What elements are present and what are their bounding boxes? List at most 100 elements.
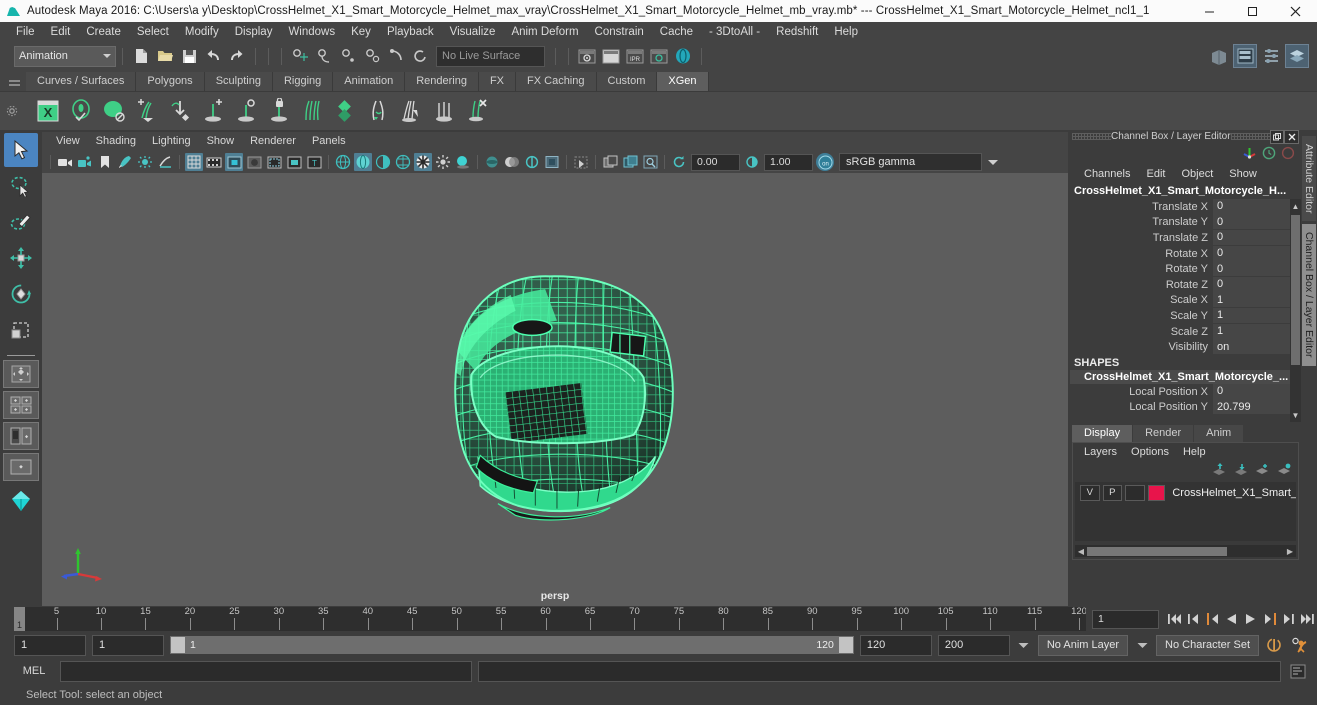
show-hide-tool-settings-icon[interactable] xyxy=(1285,44,1309,68)
channel-attribute-row[interactable]: Scale X 1 xyxy=(1070,292,1301,309)
safe-title-icon[interactable]: T xyxy=(305,153,323,171)
channel-attribute-row[interactable]: Rotate Z 0 xyxy=(1070,276,1301,293)
safe-action-icon[interactable] xyxy=(285,153,303,171)
xgen-add-guide-icon[interactable] xyxy=(197,95,229,127)
red-circle-icon[interactable] xyxy=(1281,146,1295,163)
hypershade-icon[interactable] xyxy=(672,45,694,67)
layer-row[interactable]: V P CrossHelmet_X1_Smart_M xyxy=(1075,484,1296,501)
xgen-density-icon[interactable] xyxy=(329,95,361,127)
menu-playback[interactable]: Playback xyxy=(379,22,442,42)
ipr-render-icon[interactable]: IPR xyxy=(624,45,646,67)
undock-panel-button[interactable] xyxy=(1269,129,1285,144)
layer-tab-display[interactable]: Display xyxy=(1072,425,1133,442)
range-end-handle[interactable] xyxy=(838,637,853,653)
move-tool[interactable] xyxy=(4,241,38,275)
snap-curve-icon[interactable] xyxy=(313,45,335,67)
menu-edit[interactable]: Edit xyxy=(43,22,79,42)
lasso-select-tool[interactable] xyxy=(4,169,38,203)
bookmark-icon[interactable] xyxy=(96,153,114,171)
two-sided-lighting-icon[interactable] xyxy=(136,153,154,171)
animation-preferences-icon[interactable] xyxy=(1290,635,1309,655)
shelf-tab-custom[interactable]: Custom xyxy=(596,72,658,91)
clock-icon[interactable] xyxy=(1262,146,1276,163)
play-forwards-icon[interactable] xyxy=(1241,609,1260,629)
close-panel-button[interactable] xyxy=(1284,129,1299,144)
scrollbar-thumb[interactable] xyxy=(1087,546,1227,556)
3d-viewport[interactable]: persp xyxy=(42,173,1068,606)
anim-layer-dropdown[interactable]: No Anim Layer xyxy=(1037,634,1129,656)
isolate-select-icon[interactable] xyxy=(483,153,501,171)
time-slider[interactable]: 1 5 10 15 20 25 30 35 40 45 50 55 60 65 70 75 80 85 90 95 1… xyxy=(14,607,1086,631)
render-view-icon[interactable] xyxy=(576,45,598,67)
menu-modify[interactable]: Modify xyxy=(177,22,227,42)
menu-file[interactable]: File xyxy=(8,22,43,42)
smooth-shade-all-icon[interactable] xyxy=(354,153,372,171)
exposure-field[interactable]: 0.00 xyxy=(691,153,740,171)
shadows-icon[interactable] xyxy=(156,153,174,171)
layer-name[interactable]: CrossHelmet_X1_Smart_M xyxy=(1168,487,1296,499)
shelf-tab-rendering[interactable]: Rendering xyxy=(405,72,479,91)
chevron-down-icon[interactable] xyxy=(1134,636,1150,654)
isolate-select-box-icon[interactable] xyxy=(572,153,590,171)
channel-attribute-value[interactable]: 0 xyxy=(1213,261,1301,278)
layer-visibility-toggle[interactable]: V xyxy=(1080,484,1100,501)
exposure-reset-icon[interactable] xyxy=(670,153,688,171)
gamma-reset-icon[interactable] xyxy=(743,153,761,171)
channel-box-menu-channels[interactable]: Channels xyxy=(1076,165,1138,184)
channel-attribute-value[interactable]: 1 xyxy=(1213,323,1301,340)
channel-attribute-row[interactable]: Scale Y 1 xyxy=(1070,307,1301,324)
gamma-field[interactable]: 1.00 xyxy=(764,153,813,171)
layer-color-swatch[interactable] xyxy=(1147,484,1166,501)
shape-attribute-value[interactable]: 20.799 xyxy=(1213,399,1301,416)
command-language-label[interactable]: MEL xyxy=(14,665,54,677)
layer-menu-layers[interactable]: Layers xyxy=(1077,443,1124,461)
snap-rotate-icon[interactable] xyxy=(409,45,431,67)
xgen-lock-guide-icon[interactable] xyxy=(263,95,295,127)
shelf-tab-curves-surfaces[interactable]: Curves / Surfaces xyxy=(26,72,137,91)
panel-grip[interactable] xyxy=(1072,133,1112,140)
shelf-tab-rigging[interactable]: Rigging xyxy=(272,72,334,91)
move-layer-down-icon[interactable] xyxy=(1233,463,1248,479)
grid-icon[interactable] xyxy=(185,153,203,171)
menu-set-dropdown[interactable]: Animation xyxy=(14,45,116,67)
shelf-tab-xgen[interactable]: XGen xyxy=(657,72,709,91)
xgen-editor-icon[interactable]: X xyxy=(32,95,64,127)
minimize-button[interactable] xyxy=(1188,0,1231,22)
go-to-end-icon[interactable] xyxy=(1298,609,1317,629)
viewport-menu-shading[interactable]: Shading xyxy=(88,132,144,151)
undo-icon[interactable] xyxy=(202,45,224,67)
snap-grid-icon[interactable] xyxy=(289,45,311,67)
resolution-gate-icon[interactable] xyxy=(225,153,243,171)
auto-keyframe-icon[interactable] xyxy=(1265,635,1284,655)
menu-constrain[interactable]: Constrain xyxy=(587,22,652,42)
shelf-tab-fx-caching[interactable]: FX Caching xyxy=(516,72,597,91)
layer-tab-render[interactable]: Render xyxy=(1133,425,1194,442)
channel-attribute-row[interactable]: Translate X 0 xyxy=(1070,198,1301,215)
two-pane-side-layout[interactable] xyxy=(3,422,39,450)
panel-grip[interactable] xyxy=(1230,133,1270,140)
show-hide-outliner-icon[interactable] xyxy=(1208,45,1230,67)
camera-attributes-icon[interactable] xyxy=(76,153,94,171)
channel-attribute-value[interactable]: 0 xyxy=(1213,276,1301,293)
ambient-occlusion-icon[interactable] xyxy=(454,153,472,171)
step-forward-frame-icon[interactable] xyxy=(1279,609,1298,629)
gate-mask-icon[interactable] xyxy=(245,153,263,171)
channel-attribute-row[interactable]: Translate Z 0 xyxy=(1070,229,1301,246)
menu-display[interactable]: Display xyxy=(227,22,281,42)
channel-attribute-row[interactable]: Rotate X 0 xyxy=(1070,245,1301,262)
menu-cache[interactable]: Cache xyxy=(652,22,701,42)
film-gate-icon[interactable] xyxy=(205,153,223,171)
show-hide-attribute-editor-icon[interactable] xyxy=(1233,44,1257,68)
channel-attribute-value[interactable]: 1 xyxy=(1213,292,1301,309)
animation-end-field[interactable]: 200 xyxy=(937,634,1010,656)
maximize-button[interactable] xyxy=(1231,0,1274,22)
shelf-tab-fx[interactable]: FX xyxy=(478,72,517,91)
select-camera-icon[interactable] xyxy=(56,153,74,171)
redo-icon[interactable] xyxy=(226,45,248,67)
wireframe-icon[interactable] xyxy=(334,153,352,171)
channel-attribute-row[interactable]: Scale Z 1 xyxy=(1070,323,1301,340)
render-settings-icon[interactable] xyxy=(600,45,622,67)
playback-end-field[interactable]: 120 xyxy=(859,634,932,656)
live-surface-field[interactable]: No Live Surface xyxy=(436,45,545,67)
outliner-persp-layout[interactable] xyxy=(3,453,39,481)
